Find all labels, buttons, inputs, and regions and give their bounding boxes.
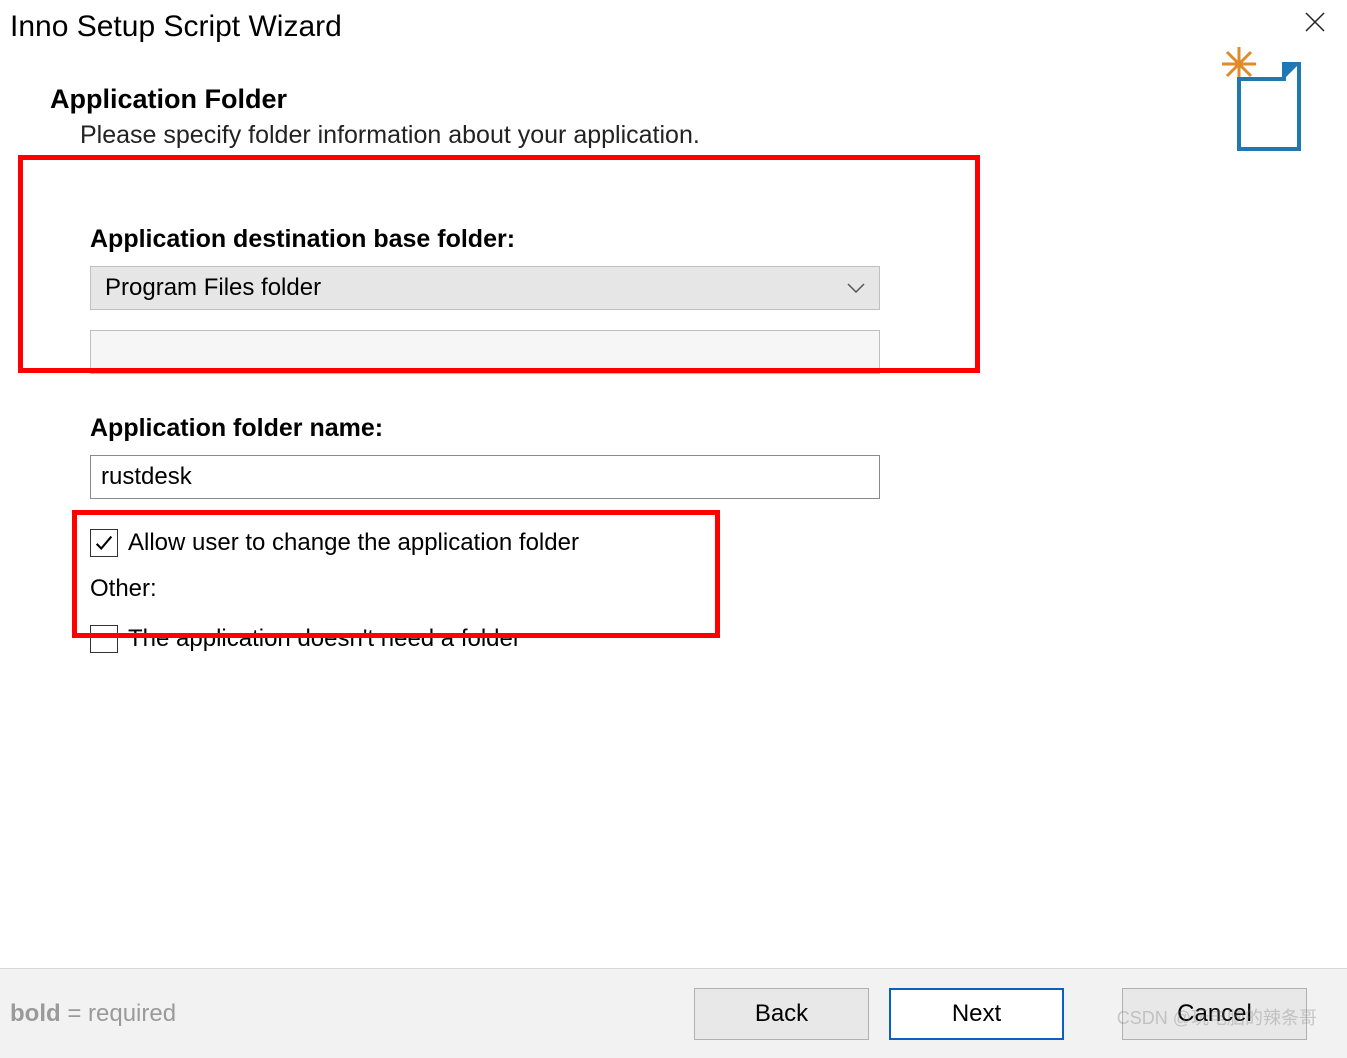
close-button[interactable] (1293, 10, 1337, 39)
wizard-footer: bold = required Back Next Cancel (0, 968, 1347, 1058)
cancel-button[interactable]: Cancel (1122, 988, 1307, 1040)
destination-custom-path-input (90, 330, 880, 374)
next-button[interactable]: Next (889, 988, 1064, 1040)
allow-user-change-label: Allow user to change the application fol… (128, 529, 579, 557)
chevron-down-icon (847, 283, 865, 293)
destination-base-folder-value: Program Files folder (105, 274, 321, 302)
page-title: Application Folder (50, 84, 1307, 115)
no-folder-label: The application doesn't need a folder (128, 625, 521, 653)
other-label: Other: (90, 575, 1307, 603)
required-hint: bold = required (10, 1000, 176, 1028)
allow-user-change-checkbox[interactable] (90, 529, 118, 557)
application-folder-name-label: Application folder name: (90, 414, 1307, 443)
destination-base-folder-label: Application destination base folder: (90, 225, 1307, 254)
checkmark-icon (93, 532, 115, 554)
destination-base-folder-dropdown[interactable]: Program Files folder (90, 266, 880, 310)
window-title: Inno Setup Script Wizard (10, 10, 342, 44)
no-folder-checkbox[interactable] (90, 625, 118, 653)
page-subtitle: Please specify folder information about … (50, 121, 1307, 150)
wizard-icon (1207, 44, 1307, 159)
close-icon (1303, 10, 1327, 34)
back-button[interactable]: Back (694, 988, 869, 1040)
application-folder-name-input[interactable] (90, 455, 880, 499)
